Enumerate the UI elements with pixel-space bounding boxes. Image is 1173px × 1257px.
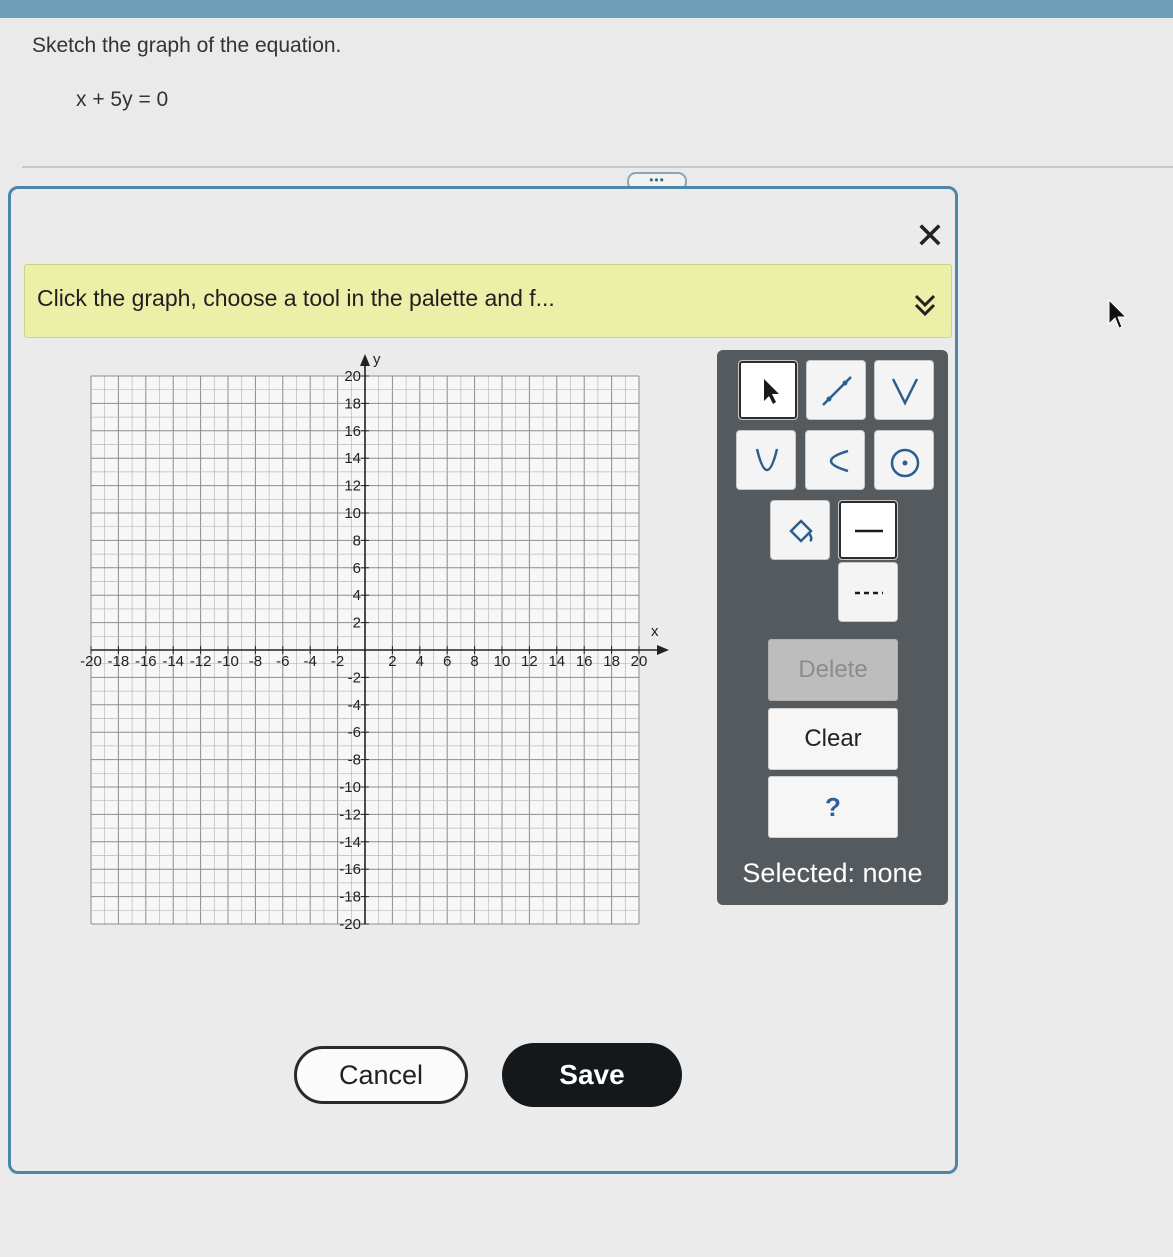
y-tick-label: 14	[344, 450, 361, 467]
parabola-tool-button[interactable]	[736, 430, 796, 490]
y-tick-label: -4	[348, 697, 361, 714]
x-tick-label: -20	[80, 653, 102, 670]
x-tick-label: 20	[631, 653, 648, 670]
question-text: Sketch the graph of the equation.	[32, 34, 342, 57]
x-axis-arrow	[657, 645, 669, 655]
y-tick-label: 6	[353, 560, 361, 577]
dashed-line-tool-button[interactable]	[838, 562, 898, 622]
x-tick-label: -18	[108, 653, 130, 670]
top-banner	[0, 0, 1173, 18]
pointer-tool-button[interactable]	[738, 360, 798, 420]
y-tick-label: 12	[344, 478, 361, 495]
x-tick-label: -14	[162, 653, 184, 670]
separator	[22, 166, 1173, 168]
x-tick-label: 10	[494, 653, 511, 670]
y-tick-label: -8	[348, 752, 361, 769]
close-button[interactable]: ✕	[912, 218, 948, 254]
x-tick-label: 14	[548, 653, 565, 670]
selected-status: Selected: none	[742, 858, 923, 888]
x-tick-label: -6	[276, 653, 289, 670]
x-tick-label: 12	[521, 653, 538, 670]
equation-text: x + 5y = 0	[76, 88, 169, 111]
x-tick-label: -10	[217, 653, 239, 670]
fill-tool-button[interactable]	[770, 500, 830, 560]
y-tick-label: -12	[339, 806, 361, 823]
y-tick-label: -2	[348, 669, 361, 686]
y-tick-label: -10	[339, 779, 361, 796]
circle-icon	[890, 448, 920, 478]
y-tick-label: 2	[353, 615, 361, 632]
absolute-value-tool-button[interactable]	[874, 360, 934, 420]
y-tick-label: 8	[353, 532, 361, 549]
x-tick-label: 2	[388, 653, 396, 670]
sideways-parabola-icon	[829, 449, 849, 473]
x-tick-label: 18	[603, 653, 620, 670]
y-axis-label: y	[373, 351, 381, 368]
instruction-banner[interactable]: Click the graph, choose a tool in the pa…	[24, 264, 952, 338]
dashed-line-icon	[855, 591, 883, 595]
y-tick-label: 18	[344, 395, 361, 412]
y-tick-label: 20	[344, 368, 361, 385]
chevron-double-down-icon[interactable]	[911, 291, 939, 319]
solid-line-icon	[855, 529, 883, 533]
y-tick-label: 4	[353, 587, 361, 604]
y-tick-label: 10	[344, 505, 361, 522]
instruction-text: Click the graph, choose a tool in the pa…	[37, 285, 555, 311]
y-tick-label: -18	[339, 889, 361, 906]
delete-button[interactable]: Delete	[768, 639, 898, 701]
line-tool-button[interactable]	[806, 360, 866, 420]
solid-line-tool-button[interactable]	[838, 500, 898, 560]
x-tick-label: 4	[416, 653, 424, 670]
y-tick-label: -6	[348, 724, 361, 741]
mouse-cursor-icon	[1108, 298, 1128, 329]
cancel-button[interactable]: Cancel	[294, 1046, 468, 1104]
circle-tool-button[interactable]	[874, 430, 934, 490]
line-segment-icon	[822, 376, 852, 406]
coordinate-graph[interactable]: x y -20 -18 -16 -14 -12 -10 -8 -6 -4 -2 2 4 6 8 10 12 14 16…	[76, 346, 676, 946]
x-tick-label: -2	[331, 653, 344, 670]
y-axis-arrow	[360, 354, 370, 366]
y-tick-label: -16	[339, 861, 361, 878]
paint-bucket-icon	[789, 519, 813, 543]
y-tick-label: -14	[339, 834, 361, 851]
parabola-icon	[755, 448, 779, 471]
y-tick-label: 16	[344, 423, 361, 440]
sideways-parabola-tool-button[interactable]	[805, 430, 865, 490]
save-button[interactable]: Save	[502, 1043, 682, 1107]
x-tick-label: 6	[443, 653, 451, 670]
clear-button[interactable]: Clear	[768, 708, 898, 770]
v-shape-icon	[891, 378, 919, 406]
arrow-pointer-icon	[764, 379, 779, 404]
x-tick-label: -8	[249, 653, 262, 670]
x-tick-label: 8	[470, 653, 478, 670]
y-tick-label: -20	[339, 916, 361, 933]
x-tick-label: 16	[576, 653, 593, 670]
x-tick-label: -12	[190, 653, 212, 670]
help-button[interactable]: ?	[768, 776, 898, 838]
x-axis-label: x	[651, 623, 659, 640]
x-tick-label: -4	[304, 653, 317, 670]
x-tick-label: -16	[135, 653, 157, 670]
